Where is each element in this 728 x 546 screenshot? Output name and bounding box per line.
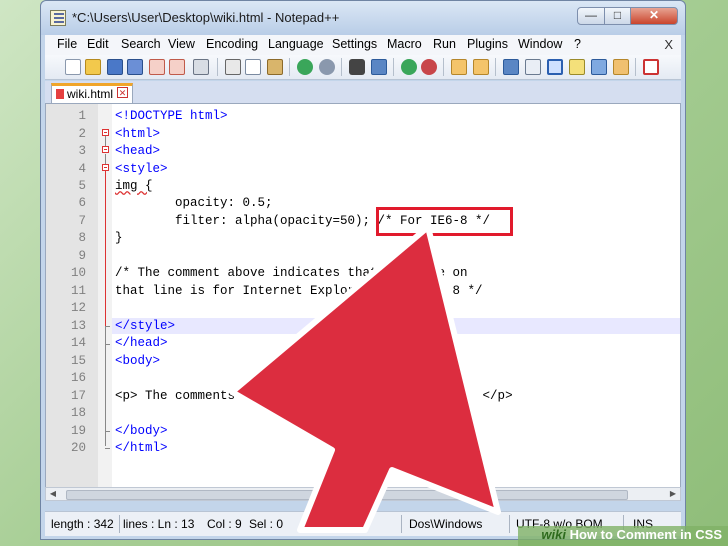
pointer-arrow-icon [229, 224, 501, 533]
watermark: wiki How to Comment in CSS [541, 527, 722, 542]
watermark-brand: wiki [541, 527, 566, 542]
watermark-title: How to Comment in CSS [569, 527, 722, 542]
